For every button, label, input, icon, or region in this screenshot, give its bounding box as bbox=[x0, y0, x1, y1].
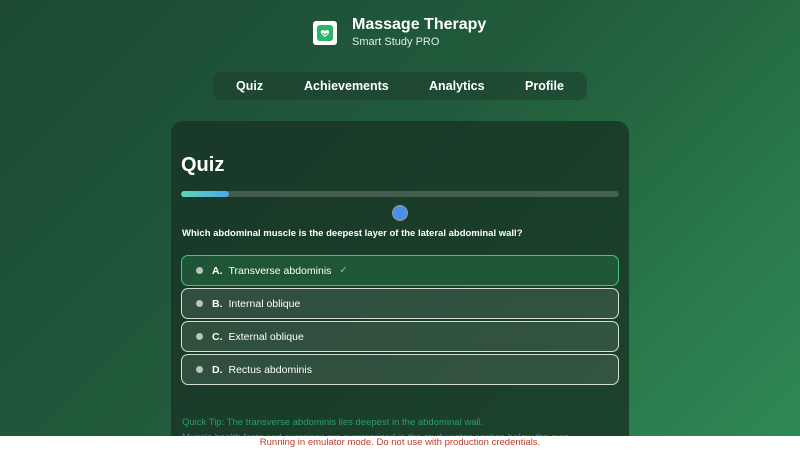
radio-bullet-icon bbox=[196, 333, 203, 340]
option-text: External oblique bbox=[228, 330, 304, 343]
radio-bullet-icon bbox=[196, 300, 203, 307]
option-text: Internal oblique bbox=[228, 297, 301, 310]
quiz-card: Quiz Which abdominal muscle is the deepe… bbox=[171, 121, 629, 450]
radio-bullet-icon bbox=[196, 366, 203, 373]
answer-options: A. Transverse abdominis ✓ B. Internal ob… bbox=[181, 255, 619, 387]
app-header: Massage Therapy Smart Study PRO bbox=[313, 16, 486, 49]
option-letter: C. bbox=[212, 330, 223, 343]
option-text: Transverse abdominis bbox=[228, 264, 332, 277]
answer-option-c[interactable]: C. External oblique bbox=[181, 321, 619, 352]
checkmark-icon: ✓ bbox=[339, 265, 348, 276]
nav-item-profile[interactable]: Profile bbox=[525, 72, 564, 100]
answer-option-b[interactable]: B. Internal oblique bbox=[181, 288, 619, 319]
radio-bullet-icon bbox=[196, 267, 203, 274]
app-logo-icon bbox=[313, 20, 337, 45]
quick-tip: Quick Tip: The transverse abdominis lies… bbox=[182, 417, 484, 428]
option-text: Rectus abdominis bbox=[228, 363, 312, 376]
question-text: Which abdominal muscle is the deepest la… bbox=[182, 228, 523, 239]
nav-item-achievements[interactable]: Achievements bbox=[304, 72, 389, 100]
progress-indicator-dot bbox=[393, 206, 407, 220]
option-letter: B. bbox=[212, 297, 223, 310]
option-letter: D. bbox=[212, 363, 223, 376]
app-subtitle: Smart Study PRO bbox=[352, 36, 440, 48]
option-letter: A. bbox=[212, 264, 223, 277]
quiz-heading: Quiz bbox=[181, 154, 225, 176]
quiz-progress-bar bbox=[181, 191, 619, 197]
nav-item-analytics[interactable]: Analytics bbox=[429, 72, 485, 100]
nav-item-quiz[interactable]: Quiz bbox=[236, 72, 263, 100]
answer-option-d[interactable]: D. Rectus abdominis bbox=[181, 354, 619, 385]
answer-option-a[interactable]: A. Transverse abdominis ✓ bbox=[181, 255, 619, 286]
app-title: Massage Therapy bbox=[352, 16, 487, 33]
main-nav: Quiz Achievements Analytics Profile bbox=[213, 72, 587, 100]
emulator-warning-banner: Running in emulator mode. Do not use wit… bbox=[0, 436, 800, 450]
quiz-progress-fill bbox=[181, 191, 230, 197]
